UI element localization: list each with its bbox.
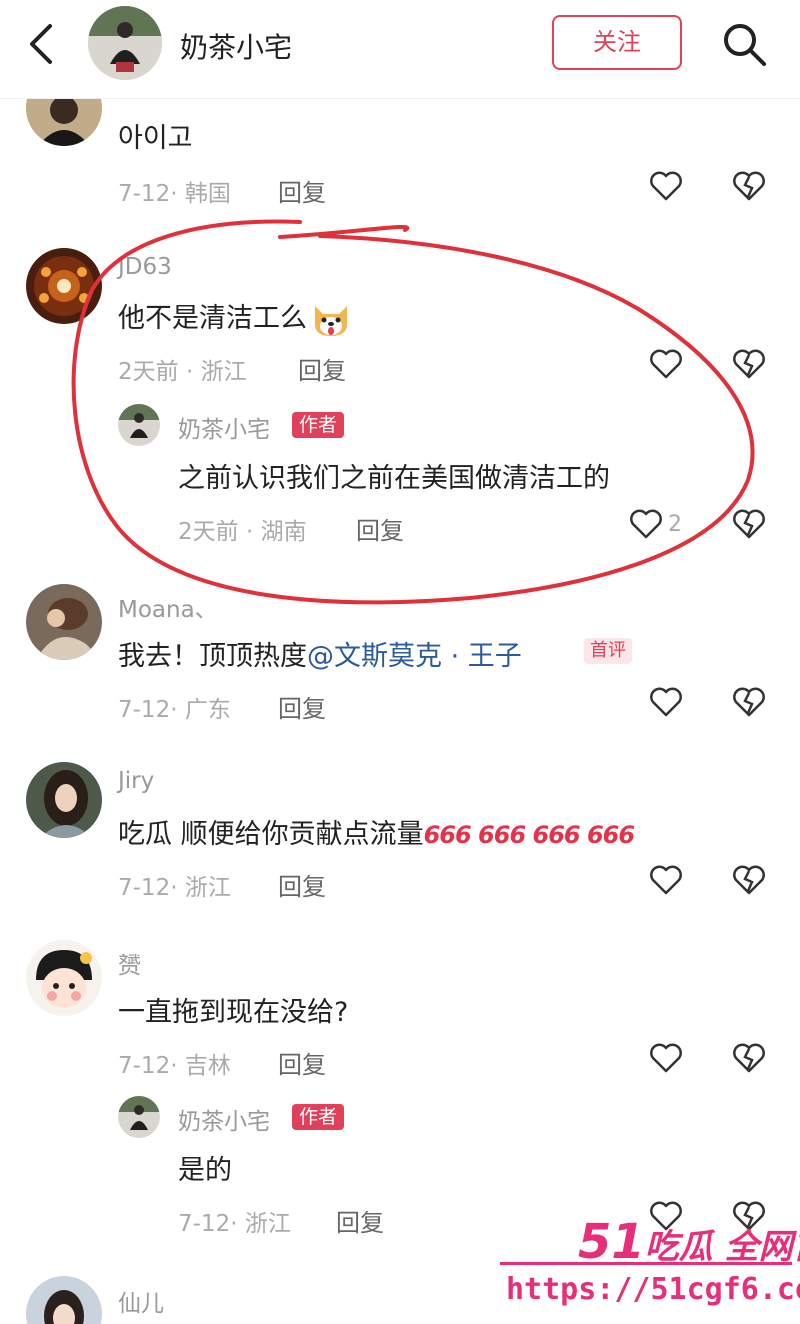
mention-link[interactable]: @文斯莫克 · 王子: [307, 641, 522, 672]
reply-button[interactable]: 回复: [278, 173, 326, 208]
comment-location: 吉林: [184, 1053, 231, 1079]
comment-date: 7-12: [118, 1053, 171, 1079]
comment-text: 아이고: [118, 123, 193, 154]
heart-icon: [650, 171, 682, 201]
like-button[interactable]: [648, 1040, 684, 1076]
reply-button[interactable]: 回复: [356, 511, 404, 546]
dog-emoji-icon: [311, 302, 351, 338]
reply-date: 7-12: [178, 1211, 231, 1237]
heart-icon: [650, 349, 682, 379]
reply-button[interactable]: 回复: [278, 867, 326, 902]
search-button[interactable]: [720, 20, 768, 68]
comment-location: 广东: [184, 697, 231, 723]
comment-meta: 7-12· 广东: [118, 697, 231, 723]
back-button[interactable]: [20, 20, 64, 68]
top-bar: 奶茶小宅 关注: [0, 0, 800, 99]
reply-location: 浙江: [244, 1211, 291, 1237]
like-button[interactable]: [648, 862, 684, 898]
broken-heart-icon: [733, 1043, 765, 1073]
author-badge: 作者: [292, 1104, 345, 1130]
heart-icon: [650, 1043, 682, 1073]
dislike-button[interactable]: [731, 346, 767, 382]
reply-button[interactable]: 回复: [278, 689, 326, 724]
commenter-avatar[interactable]: [26, 248, 102, 324]
comment-meta: 7-12· 韩国: [118, 181, 231, 207]
comment-meta: 7-12· 吉林: [118, 1053, 231, 1079]
dislike-button[interactable]: [731, 1040, 767, 1076]
broken-heart-icon: [733, 349, 765, 379]
comment-text: 他不是清洁工么: [118, 296, 351, 338]
comment-date: 7-12: [118, 875, 171, 901]
dislike-button[interactable]: [731, 862, 767, 898]
commenter-name[interactable]: Jiry: [118, 768, 154, 794]
commenter-name[interactable]: JD63: [118, 254, 172, 280]
reply-avatar[interactable]: [118, 404, 160, 446]
heart-icon: [650, 687, 682, 717]
heart-icon: [630, 509, 662, 539]
author-avatar[interactable]: [88, 6, 162, 80]
commenter-avatar[interactable]: [26, 940, 102, 1016]
comment-location: 韩国: [184, 181, 231, 207]
commenter-avatar[interactable]: [26, 584, 102, 660]
comment-text: 我去！顶顶热度@文斯莫克 · 王子: [118, 641, 522, 672]
watermark-url: https://51cgf6.com: [506, 1272, 800, 1307]
comment-date: 7-12: [118, 181, 171, 207]
heart-icon: [650, 865, 682, 895]
reply-username[interactable]: 奶茶小宅: [178, 1102, 270, 1136]
commenter-name[interactable]: 仙儿: [118, 1284, 164, 1318]
dislike-button[interactable]: [731, 168, 767, 204]
comment-meta: 7-12· 浙江: [118, 875, 231, 901]
like-button[interactable]: [648, 346, 684, 382]
commenter-name[interactable]: Moana、: [118, 590, 218, 624]
like-count: 2: [668, 512, 682, 537]
author-badge: 作者: [292, 412, 345, 438]
comment-date: 7-12: [118, 697, 171, 723]
search-icon: [724, 24, 766, 66]
reply-username[interactable]: 奶茶小宅: [178, 410, 270, 444]
dislike-button[interactable]: [731, 506, 767, 542]
like-button[interactable]: [648, 684, 684, 720]
reply-button[interactable]: 回复: [336, 1203, 384, 1238]
like-button[interactable]: [648, 168, 684, 204]
reply-avatar[interactable]: [118, 1096, 160, 1138]
watermark-divider: [500, 1262, 792, 1265]
like-button[interactable]: [628, 506, 664, 542]
comment-page: 奶茶小宅 关注 아이고 7-12· 韩国 回复 JD63 他不是清洁工么 2天前…: [0, 0, 800, 1324]
broken-heart-icon: [733, 865, 765, 895]
comment-text: 吃瓜 顺便给你贡献点流量666 666 666 666: [118, 819, 635, 850]
emoji-666: 666 666 666 666: [423, 821, 635, 849]
comment-location: 浙江: [184, 875, 231, 901]
first-comment-badge: 首评: [584, 638, 632, 664]
reply-location: 湖南: [260, 519, 307, 545]
broken-heart-icon: [733, 171, 765, 201]
reply-button[interactable]: 回复: [278, 1045, 326, 1080]
reply-date: 2天前: [178, 519, 239, 545]
reply-meta: 2天前 · 湖南: [178, 519, 307, 545]
reply-meta: 7-12· 浙江: [178, 1211, 291, 1237]
follow-button[interactable]: 关注: [552, 15, 682, 70]
comment-date: 2天前: [118, 359, 179, 385]
broken-heart-icon: [733, 687, 765, 717]
comment-location: 浙江: [200, 359, 247, 385]
reply-text: 是的: [178, 1155, 232, 1186]
comment-meta: 2天前 · 浙江: [118, 359, 247, 385]
comment-text: 一直拖到现在没给?: [118, 997, 349, 1028]
commenter-avatar[interactable]: [26, 1276, 102, 1324]
dislike-button[interactable]: [731, 684, 767, 720]
chevron-left-icon: [30, 24, 52, 64]
reply-text: 之前认识我们之前在美国做清洁工的: [178, 463, 610, 494]
broken-heart-icon: [733, 509, 765, 539]
commenter-avatar[interactable]: [26, 762, 102, 838]
reply-button[interactable]: 回复: [298, 351, 346, 386]
author-name: 奶茶小宅: [180, 31, 293, 64]
commenter-name[interactable]: 赟: [118, 946, 141, 980]
